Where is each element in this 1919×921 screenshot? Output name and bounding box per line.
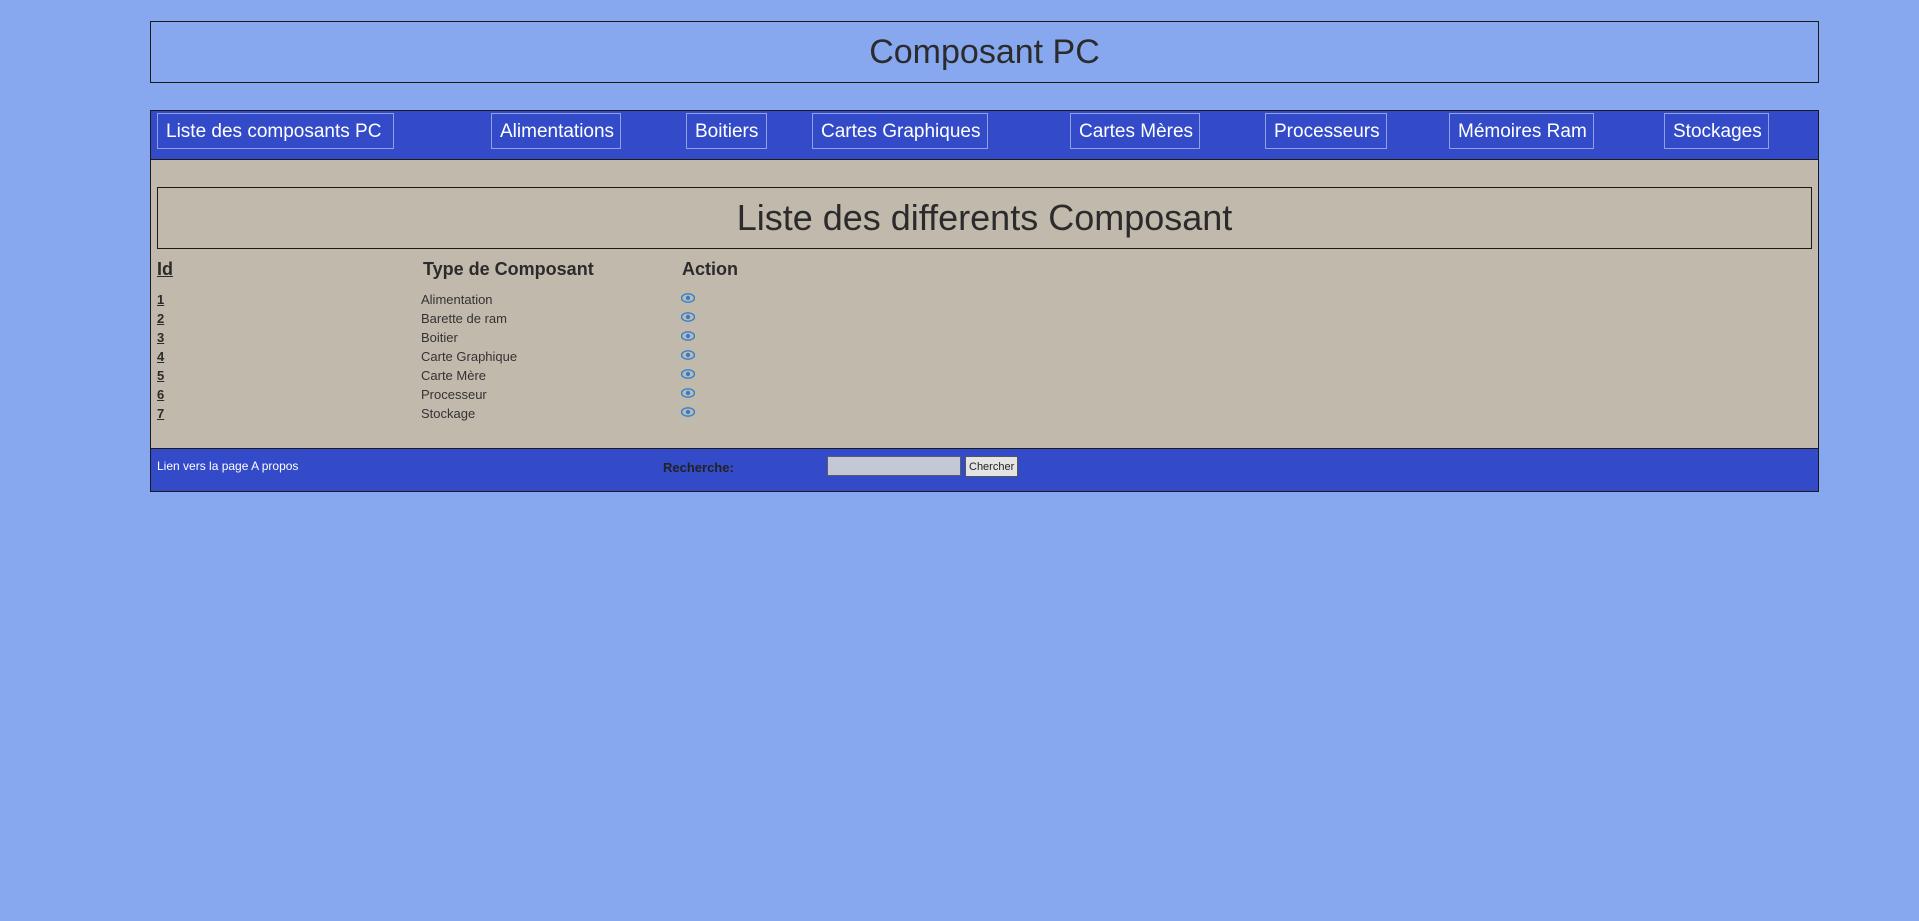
column-header-type: Type de Composant	[423, 259, 594, 279]
eye-icon[interactable]	[680, 329, 696, 344]
nav-item-processeurs[interactable]: Processeurs	[1265, 113, 1387, 149]
nav-item-liste-composants[interactable]: Liste des composants PC	[157, 113, 394, 149]
eye-icon[interactable]	[680, 348, 696, 363]
eye-icon[interactable]	[680, 291, 696, 306]
table-row: 2 Barette de ram	[151, 311, 1051, 330]
about-page-link[interactable]: Lien vers la page A propos	[157, 459, 298, 473]
row-type: Stockage	[421, 406, 476, 421]
row-id-link[interactable]: 6	[157, 387, 164, 402]
search-label: Recherche:	[663, 460, 734, 475]
nav-item-cartes-graphiques[interactable]: Cartes Graphiques	[812, 113, 988, 149]
search-input[interactable]	[827, 456, 961, 476]
site-header: Composant PC	[150, 21, 1819, 83]
row-id-link[interactable]: 5	[157, 368, 164, 383]
row-type: Carte Graphique	[421, 349, 518, 364]
row-id-link[interactable]: 2	[157, 311, 164, 326]
table-row: 7 Stockage	[151, 406, 1051, 425]
eye-icon[interactable]	[680, 310, 696, 325]
table-row: 3 Boitier	[151, 330, 1051, 349]
nav-item-memoires-ram[interactable]: Mémoires Ram	[1449, 113, 1594, 149]
main-nav: Liste des composants PC Alimentations Bo…	[150, 110, 1819, 159]
nav-item-cartes-meres[interactable]: Cartes Mères	[1070, 113, 1200, 149]
row-type: Processeur	[421, 387, 487, 402]
nav-item-boitiers[interactable]: Boitiers	[686, 113, 767, 149]
nav-item-alimentations[interactable]: Alimentations	[491, 113, 621, 149]
table-row: 1 Alimentation	[151, 292, 1051, 311]
row-type: Alimentation	[421, 292, 493, 307]
column-header-id: Id	[157, 259, 173, 279]
nav-item-stockages[interactable]: Stockages	[1664, 113, 1769, 149]
content-title: Liste des differents Composant	[736, 197, 1233, 238]
row-type: Carte Mère	[421, 368, 487, 383]
row-id-link[interactable]: 4	[157, 349, 164, 364]
site-title: Composant PC	[869, 32, 1100, 71]
table-row: 5 Carte Mère	[151, 368, 1051, 387]
row-type: Boitier	[421, 330, 458, 345]
row-type: Barette de ram	[421, 311, 507, 326]
row-id-link[interactable]: 3	[157, 330, 164, 345]
row-id-link[interactable]: 1	[157, 292, 164, 307]
column-header-action: Action	[682, 259, 738, 279]
content-area: Liste des differents Composant Id Type d…	[150, 159, 1819, 448]
table-row: 4 Carte Graphique	[151, 349, 1051, 368]
search-button[interactable]: Chercher	[965, 456, 1019, 477]
eye-icon[interactable]	[680, 367, 696, 382]
row-id-link[interactable]: 7	[157, 406, 164, 421]
site-footer: Lien vers la page A propos Recherche: Ch…	[150, 448, 1819, 492]
table-row: 6 Processeur	[151, 387, 1051, 406]
eye-icon[interactable]	[680, 405, 696, 420]
eye-icon[interactable]	[680, 386, 696, 401]
content-title-box: Liste des differents Composant	[157, 187, 1812, 249]
